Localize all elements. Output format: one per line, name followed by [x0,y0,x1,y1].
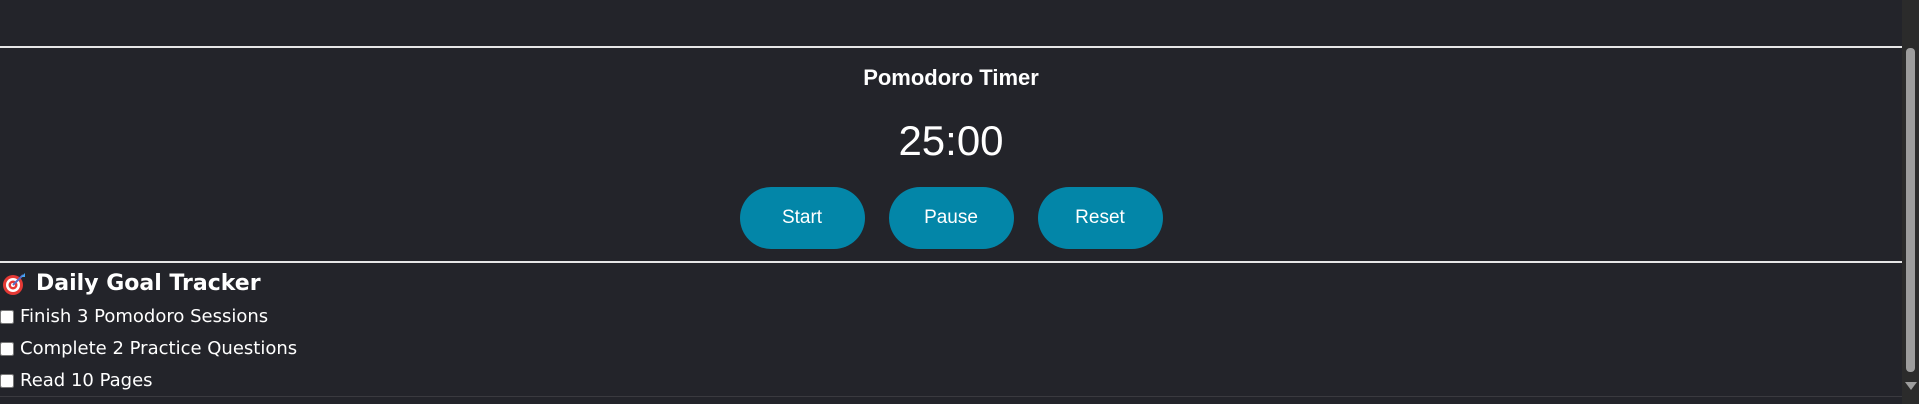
goal-tracker-heading: Daily Goal Tracker [2,270,261,298]
goal-item[interactable]: Complete 2 Practice Questions [0,337,297,361]
goal-label: Finish 3 Pomodoro Sessions [20,306,269,327]
timer-controls: Start Pause Reset [0,187,1902,249]
page: Pomodoro Timer 25:00 Start Pause Reset D… [0,0,1919,404]
goal-label: Complete 2 Practice Questions [20,338,298,359]
goal-item[interactable]: Read 10 Pages [0,369,153,393]
goal-label: Read 10 Pages [20,370,153,391]
goal-checkbox[interactable] [0,310,14,324]
pause-button[interactable]: Pause [888,187,1014,249]
target-icon [2,272,26,296]
goal-item[interactable]: Finish 3 Pomodoro Sessions [0,305,268,329]
reset-button[interactable]: Reset [1037,187,1163,249]
start-button[interactable]: Start [739,187,865,249]
goal-checkbox[interactable] [0,342,14,356]
main-content: Pomodoro Timer 25:00 Start Pause Reset D… [0,0,1902,404]
bottom-divider [0,396,1902,397]
scroll-down-arrow-icon[interactable] [1905,382,1917,390]
vertical-scrollbar[interactable] [1902,0,1919,404]
pomodoro-section: Pomodoro Timer 25:00 Start Pause Reset [0,48,1902,260]
middle-divider [0,261,1902,263]
timer-display: 25:00 [898,117,1004,164]
pomodoro-title: Pomodoro Timer [863,65,1039,90]
goal-tracker-title: Daily Goal Tracker [36,271,261,296]
scrollbar-thumb[interactable] [1906,48,1915,372]
goal-checkbox[interactable] [0,374,14,388]
goal-tracker-section: Daily Goal Tracker Finish 3 Pomodoro Ses… [0,264,1902,400]
